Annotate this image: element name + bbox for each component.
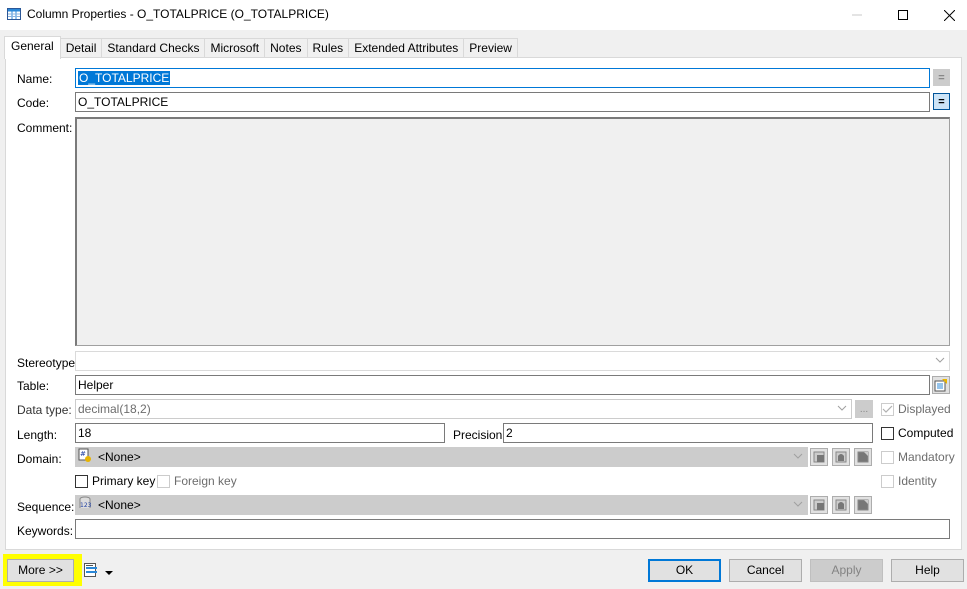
tab-detail[interactable]: Detail [59,38,103,58]
svg-text:123: 123 [80,502,92,509]
keywords-label: Keywords: [17,524,74,538]
chevron-down-icon [837,405,847,411]
tab-microsoft[interactable]: Microsoft [204,38,266,58]
checkbox-box [881,474,894,488]
sequence-create-button[interactable] [810,496,828,514]
identity-label: Identity [898,474,937,488]
title-bar: Column Properties - O_TOTALPRICE (O_TOTA… [0,0,967,30]
checkbox-box [881,450,894,464]
create-icon [813,451,825,463]
window-title: Column Properties - O_TOTALPRICE (O_TOTA… [27,7,329,21]
create-icon [813,499,825,511]
length-input[interactable]: 18 [75,423,445,443]
tab-preview[interactable]: Preview [463,38,518,58]
code-input[interactable]: O_TOTALPRICE [75,92,930,112]
sequence-label: Sequence: [17,500,75,514]
precision-input[interactable]: 2 [503,423,873,443]
properties-icon [857,451,869,463]
help-button[interactable]: Help [891,559,964,582]
page-options-button[interactable] [83,562,99,581]
page-list-icon [84,563,97,577]
data-type-value: decimal(18,2) [78,402,151,416]
name-code-sync-button[interactable]: = [933,69,950,86]
chevron-down-icon [793,453,803,459]
data-type-combo[interactable]: decimal(18,2) [75,399,852,419]
checkbox-box [881,402,894,416]
sequence-value: <None> [98,498,141,512]
mandatory-checkbox[interactable]: Mandatory [881,450,955,464]
checkbox-box [881,426,894,440]
checkbox-box [75,474,88,488]
data-type-browse-button[interactable]: ... [855,400,873,418]
apply-button[interactable]: Apply [810,559,883,582]
table-input[interactable]: Helper [75,375,930,395]
sequence-icon: 123 [78,496,92,514]
domain-create-button[interactable] [810,448,828,466]
maximize-button[interactable] [880,0,926,30]
computed-label: Computed [898,426,954,440]
ok-button[interactable]: OK [648,559,721,582]
computed-checkbox[interactable]: Computed [881,426,953,440]
tab-notes[interactable]: Notes [264,38,308,58]
maximize-icon [898,10,908,20]
minimize-icon [852,14,862,16]
properties-icon [934,379,947,392]
chevron-down-icon [793,501,803,507]
checkbox-box [157,474,170,488]
name-value: O_TOTALPRICE [78,71,171,85]
minimize-button[interactable] [834,0,880,30]
sequence-select-button[interactable] [832,496,850,514]
primary-key-label: Primary key [92,474,156,488]
select-icon [835,499,847,511]
stereotype-combo[interactable] [75,351,950,371]
cancel-button[interactable]: Cancel [729,559,802,582]
tab-extended-attributes[interactable]: Extended Attributes [348,38,465,58]
mandatory-label: Mandatory [898,450,955,464]
foreign-key-label: Foreign key [174,474,237,488]
displayed-checkbox[interactable]: Displayed [881,402,951,416]
keywords-input[interactable] [75,519,950,539]
more-button[interactable]: More >> [7,559,74,582]
stereotype-label: Stereotype: [17,356,79,370]
displayed-label: Displayed [898,402,951,416]
domain-properties-button[interactable] [854,448,872,466]
table-column-icon [7,8,21,20]
comment-label: Comment: [17,121,73,135]
tab-standard-checks[interactable]: Standard Checks [101,38,206,58]
table-label: Table: [17,379,50,393]
name-input[interactable]: O_TOTALPRICE [75,68,930,88]
domain-value: <None> [98,450,141,464]
table-properties-button[interactable] [932,376,950,394]
page-options-dropdown[interactable] [105,566,114,580]
svg-text:#: # [80,450,86,458]
tab-strip: General Detail Standard Checks Microsoft… [4,36,518,59]
name-label: Name: [17,72,53,86]
caret-down-icon [105,571,113,575]
comment-textarea[interactable] [75,117,950,346]
select-icon [835,451,847,463]
data-type-label: Data type: [17,403,72,417]
close-button[interactable] [926,0,967,30]
properties-icon [857,499,869,511]
code-label: Code: [17,96,50,110]
length-label: Length: [17,428,58,442]
domain-icon: # [78,448,92,466]
tab-general[interactable]: General [4,36,61,59]
tab-rules[interactable]: Rules [306,38,350,58]
sequence-combo[interactable]: 123 <None> [75,495,808,515]
identity-checkbox[interactable]: Identity [881,474,937,488]
precision-label: Precision: [453,428,506,442]
domain-label: Domain: [17,452,62,466]
domain-select-button[interactable] [832,448,850,466]
code-name-sync-button[interactable]: = [933,93,950,110]
close-icon [943,9,955,21]
primary-key-checkbox[interactable]: Primary key [75,474,155,488]
domain-combo[interactable]: # <None> [75,447,808,467]
sequence-properties-button[interactable] [854,496,872,514]
foreign-key-checkbox[interactable]: Foreign key [157,474,237,488]
chevron-down-icon [935,357,945,363]
check-icon [882,405,893,413]
